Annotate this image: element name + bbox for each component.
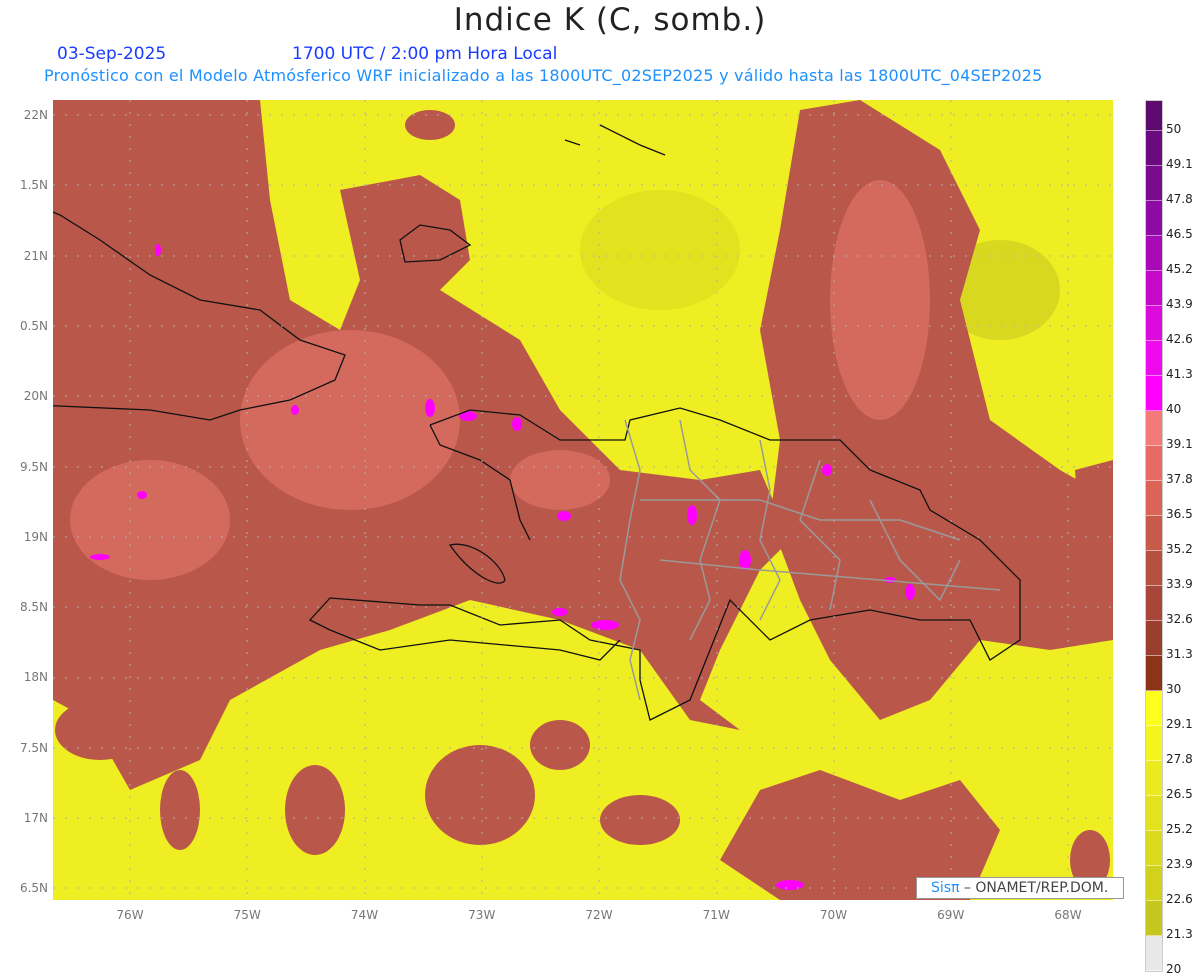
color-scale-swatch xyxy=(1146,691,1162,726)
color-scale-label: 30 xyxy=(1166,682,1182,696)
latitude-label: 21N xyxy=(23,248,48,263)
color-scale-swatch xyxy=(1146,306,1162,341)
color-scale-swatch xyxy=(1146,901,1162,936)
color-scale-label: 27.8 xyxy=(1166,752,1193,766)
color-scale-label: 42.6 xyxy=(1166,332,1193,346)
map-title: Indice K (C, somb.) xyxy=(453,2,767,38)
color-scale-swatch xyxy=(1146,341,1162,376)
color-scale-bar xyxy=(1145,100,1163,972)
latitude-label: 9.5N xyxy=(19,459,48,474)
color-scale-label: 23.9 xyxy=(1166,857,1193,871)
color-scale-label: 46.5 xyxy=(1166,227,1193,241)
color-scale-label: 41.3 xyxy=(1166,367,1193,381)
latitude-label: 17N xyxy=(23,811,48,825)
color-scale-swatch xyxy=(1146,796,1162,831)
longitude-label: 73W xyxy=(468,908,496,922)
color-scale-label: 25.2 xyxy=(1166,822,1193,836)
latitude-label: 18N xyxy=(23,670,48,685)
color-scale-label: 26.5 xyxy=(1166,787,1193,801)
color-scale-swatch xyxy=(1146,376,1162,411)
color-scale-swatch xyxy=(1146,656,1162,691)
latitude-label: 1.5N xyxy=(19,178,48,193)
longitude-label: 68W xyxy=(1054,908,1082,922)
color-scale-swatch xyxy=(1146,761,1162,796)
color-scale-label: 33.9 xyxy=(1166,577,1193,591)
color-scale-swatch xyxy=(1146,131,1162,166)
forecast-time: 1700 UTC / 2:00 pm Hora Local xyxy=(292,44,558,64)
watermark: Sisπ – ONAMET/REP.DOM. xyxy=(916,877,1124,899)
color-scale-swatch xyxy=(1146,166,1162,201)
longitude-label: 75W xyxy=(233,908,261,922)
forecast-date: 03-Sep-2025 xyxy=(57,44,167,64)
k-index-map xyxy=(53,100,1113,900)
color-scale-swatch xyxy=(1146,866,1162,901)
color-scale-swatch xyxy=(1146,236,1162,271)
latitude-label: 22N xyxy=(23,108,48,122)
color-scale-swatch xyxy=(1146,551,1162,586)
color-scale-label: 31.3 xyxy=(1166,647,1193,661)
watermark-text: – ONAMET/REP.DOM. xyxy=(959,880,1109,896)
color-scale-swatch xyxy=(1146,271,1162,306)
color-scale-label: 39.1 xyxy=(1166,437,1193,451)
longitude-label: 70W xyxy=(819,908,848,922)
color-scale-label: 50 xyxy=(1166,122,1182,136)
model-subtitle: Pronóstico con el Modelo Atmósferico WRF… xyxy=(44,66,1043,85)
watermark-brand: Sisπ xyxy=(931,880,960,896)
latitude-label: 0.5N xyxy=(19,318,48,333)
longitude-label: 74W xyxy=(350,908,379,922)
color-scale-label: 45.2 xyxy=(1166,262,1193,276)
color-scale-swatch xyxy=(1146,726,1162,761)
color-scale-swatch xyxy=(1146,411,1162,446)
longitude-label: 71W xyxy=(702,908,730,922)
color-scale-label: 32.6 xyxy=(1166,612,1193,626)
latitude-label: 19N xyxy=(23,529,48,544)
color-scale-label: 36.5 xyxy=(1166,507,1193,521)
color-scale-swatch xyxy=(1146,586,1162,621)
color-scale-swatch xyxy=(1146,201,1162,236)
color-scale-label: 43.9 xyxy=(1166,297,1193,311)
longitude-label: 72W xyxy=(585,908,613,922)
color-scale-label: 22.6 xyxy=(1166,892,1193,906)
color-scale-label: 21.3 xyxy=(1166,927,1193,941)
latitude-label: 20N xyxy=(23,389,48,404)
color-scale-swatch xyxy=(1146,831,1162,866)
color-scale-label: 49.1 xyxy=(1166,157,1193,171)
color-scale-swatch xyxy=(1146,621,1162,656)
color-scale-label: 20 xyxy=(1166,962,1182,976)
color-scale-swatch xyxy=(1146,481,1162,516)
color-scale-label: 37.8 xyxy=(1166,472,1193,486)
color-scale-label: 35.2 xyxy=(1166,542,1193,556)
color-scale-swatch xyxy=(1146,446,1162,481)
latitude-label: 8.5N xyxy=(19,600,48,615)
color-scale-swatch xyxy=(1146,936,1162,971)
yellow-shade xyxy=(580,190,740,310)
color-scale-label: 29.1 xyxy=(1166,717,1193,731)
latitude-label: 6.5N xyxy=(19,881,48,896)
color-scale-label: 47.8 xyxy=(1166,192,1193,206)
longitude-label: 69W xyxy=(937,908,965,922)
latitude-label: 7.5N xyxy=(19,740,48,755)
color-scale-swatch xyxy=(1146,516,1162,551)
color-scale-swatch xyxy=(1146,101,1162,131)
color-scale-label: 40 xyxy=(1166,402,1182,416)
longitude-label: 76W xyxy=(116,908,144,922)
